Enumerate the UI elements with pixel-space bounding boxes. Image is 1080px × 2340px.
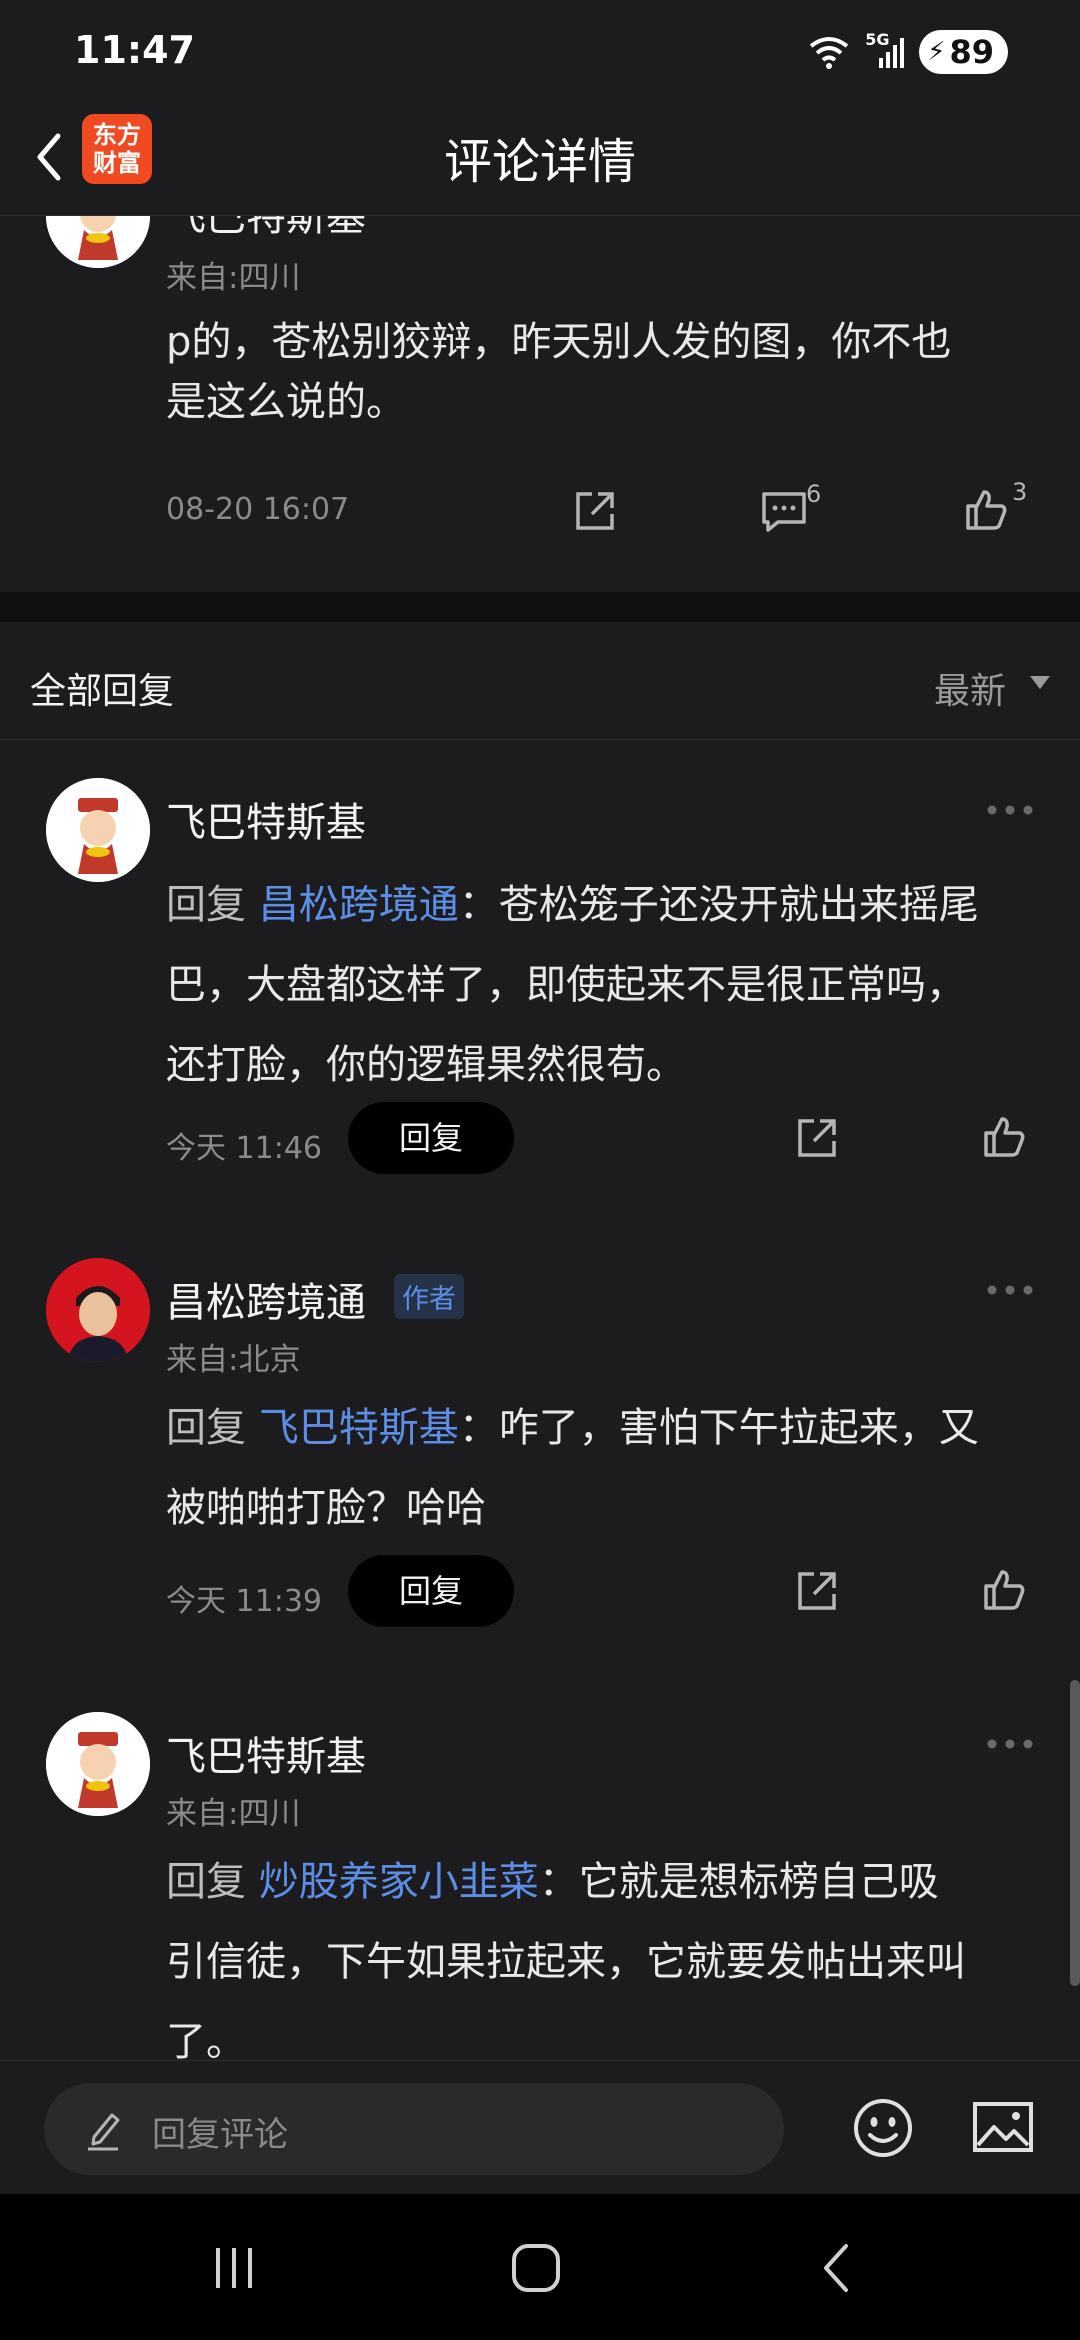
replies-title: 全部回复 [30, 671, 175, 712]
main-comment: 飞巴特斯基 来自:四川 p的，苍松别狡辩，昨天别人发的图，你不也 是这么说的。 … [0, 216, 1080, 592]
author-name[interactable]: 飞巴特斯基 [166, 790, 366, 848]
reply-line-1-text: ：咋了，害怕下午拉起来，又 [458, 1405, 979, 1451]
more-options-icon[interactable] [986, 804, 1034, 816]
recent-apps-icon[interactable] [204, 2238, 264, 2298]
reply-button[interactable]: 回复 [348, 1102, 514, 1174]
reply-prefix: 回复 [166, 882, 246, 928]
avatar[interactable] [46, 778, 150, 882]
status-time: 11:47 [74, 28, 195, 72]
avatar-image [46, 216, 150, 268]
share-icon[interactable] [794, 1115, 840, 1161]
bottom-input-bar: 回复评论 [0, 2060, 1080, 2194]
comment-line-2: 是这么说的。 [166, 379, 406, 425]
comment-icon[interactable] [760, 488, 808, 534]
share-icon[interactable] [794, 1568, 840, 1614]
timestamp: 08-20 16:07 [166, 492, 350, 527]
more-options-icon[interactable] [986, 1284, 1034, 1296]
system-nav-bar [0, 2194, 1080, 2340]
avatar[interactable] [46, 216, 150, 268]
author-badge: 作者 [394, 1274, 464, 1319]
thumbs-up-icon[interactable] [962, 486, 1010, 532]
replies-header: 全部回复 最新 [0, 622, 1080, 740]
mention-link[interactable]: 炒股养家小韭菜 [259, 1859, 539, 1905]
reply-line-1-text: ：它就是想标榜自己吸 [538, 1859, 939, 1905]
signal-icon [879, 38, 905, 68]
reply-line-2: 巴，大盘都这样了，即使起来不是很正常吗， [166, 962, 966, 1008]
reply-text: 回复 炒股养家小韭菜：它就是想标榜自己吸 引信徒，下午如果拉起来，它就要发帖出来… [166, 1842, 1046, 2082]
author-name[interactable]: 飞巴特斯基 [166, 1724, 366, 1782]
charging-icon: ⚡ [927, 37, 946, 67]
reply-line-1: 回复 昌松跨境通：苍松笼子还没开就出来摇尾 [166, 865, 1046, 945]
sort-dropdown[interactable]: 最新 [934, 662, 1006, 714]
back-icon[interactable] [808, 2238, 868, 2298]
location: 来自:四川 [166, 260, 301, 296]
home-icon[interactable] [506, 2238, 566, 2298]
reply-input-placeholder: 回复评论 [152, 2115, 288, 2155]
like-count: 3 [1012, 478, 1028, 506]
mention-link[interactable]: 昌松跨境通 [259, 882, 459, 928]
author-name[interactable]: 飞巴特斯基 [166, 216, 366, 242]
location: 来自:北京 [166, 1342, 301, 1378]
reply-line-1: 回复 炒股养家小韭菜：它就是想标榜自己吸 [166, 1842, 1046, 1922]
status-bar: 11:47 5G ⚡ 89 [0, 0, 1080, 100]
screen: 11:47 5G ⚡ 89 东方 财富 评论详情 飞巴特斯基 来自:四川 p的，… [0, 0, 1080, 2340]
reply-line-2: 引信徒，下午如果拉起来，它就要发帖出来叫 [166, 1939, 966, 1985]
battery-indicator: ⚡ 89 [919, 30, 1008, 74]
scrollbar[interactable] [1070, 1680, 1080, 1986]
avatar[interactable] [46, 1712, 150, 1816]
reply-line-3: 还打脸，你的逻辑果然很苟。 [166, 1042, 686, 1088]
page-title: 评论详情 [443, 134, 636, 190]
pencil-icon [88, 2113, 120, 2151]
timestamp: 今天 11:46 [166, 1131, 322, 1166]
reply-button[interactable]: 回复 [348, 1555, 514, 1627]
battery-level: 89 [949, 33, 994, 71]
reply-text: 回复 昌松跨境通：苍松笼子还没开就出来摇尾 巴，大盘都这样了，即使起来不是很正常… [166, 865, 1046, 1105]
reply-line-1-text: ：苍松笼子还没开就出来摇尾 [458, 882, 979, 928]
reply-text: 回复 飞巴特斯基：咋了，害怕下午拉起来，又 被啪啪打脸？哈哈 [166, 1388, 1046, 1548]
thumbs-up-icon[interactable] [980, 1113, 1028, 1159]
section-divider [0, 592, 1080, 622]
comment-count: 6 [806, 480, 822, 508]
image-icon[interactable] [972, 2101, 1034, 2153]
author-name[interactable]: 昌松跨境通 [166, 1270, 366, 1328]
thumbs-up-icon[interactable] [980, 1566, 1028, 1612]
location: 来自:四川 [166, 1796, 301, 1832]
reply-prefix: 回复 [166, 1859, 246, 1905]
avatar-image [46, 1712, 150, 1816]
mention-link[interactable]: 飞巴特斯基 [259, 1405, 459, 1451]
wifi-icon [809, 37, 849, 69]
more-options-icon[interactable] [986, 1738, 1034, 1750]
emoji-icon[interactable] [852, 2097, 914, 2159]
share-icon[interactable] [572, 488, 618, 534]
header: 东方 财富 评论详情 [0, 100, 1080, 216]
network-indicator: 5G [865, 30, 905, 70]
reply-input[interactable]: 回复评论 [44, 2083, 784, 2175]
comment-text: p的，苍松别狡辩，昨天别人发的图，你不也 是这么说的。 [166, 312, 1046, 432]
dropdown-arrow-icon[interactable] [1030, 676, 1050, 689]
reply-line-1: 回复 飞巴特斯基：咋了，害怕下午拉起来，又 [166, 1388, 1046, 1468]
reply-prefix: 回复 [166, 1405, 246, 1451]
avatar-image [46, 1258, 150, 1362]
comment-line-1: p的，苍松别狡辩，昨天别人发的图，你不也 [166, 319, 952, 365]
status-icons: 5G ⚡ 89 [807, 30, 1008, 74]
avatar-image [46, 778, 150, 882]
timestamp: 今天 11:39 [166, 1584, 322, 1619]
reply-line-2: 被啪啪打脸？哈哈 [166, 1485, 486, 1531]
avatar[interactable] [46, 1258, 150, 1362]
